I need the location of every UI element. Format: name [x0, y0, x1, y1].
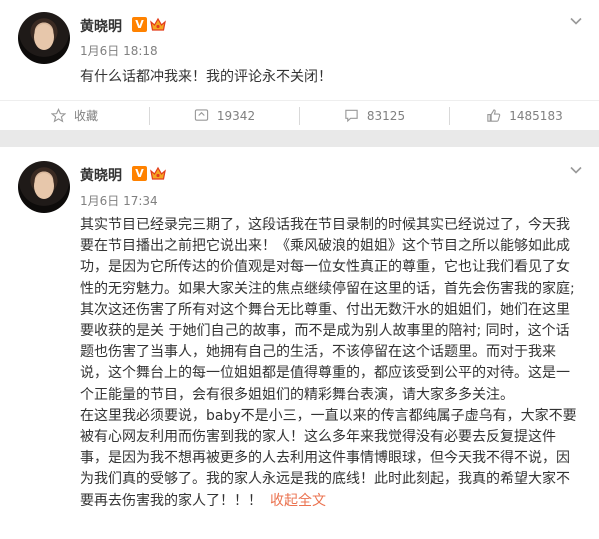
thumbs-up-icon [487, 109, 501, 122]
post-text-line: 个正能量的节目，会有很多姐姐们的精彩舞台表演，请大家多多关注。 [80, 386, 514, 403]
collapse-full-text-link[interactable]: 收起全文 [270, 493, 326, 509]
favorite-label: 收藏 [73, 109, 98, 123]
chevron-down-icon[interactable] [569, 14, 583, 28]
favorite-button[interactable]: 收藏 [0, 107, 149, 125]
chevron-down-icon[interactable] [569, 163, 583, 177]
post-text-line: 在这里我必须要说，baby不是小三，一直以来的传言都纯属子虚乌有，大家不要 [80, 407, 577, 424]
post-text-line: 说，这个舞台上的每一位姐姐都是值得尊重的，都应该受到公平的对待。这是一 [80, 365, 570, 382]
post-text-line: 要收获的是关 于她们自己的故事，而不是成为别人故事里的陪衬; 同时，这个话 [80, 323, 570, 340]
post-text-line: 其次这还伤害了所有对这个舞台无比尊重、付出无数汗水的姐姐们，她们在这里 [80, 301, 570, 318]
post-text-line: 要再去伤害我的家人了！！！ [80, 492, 262, 509]
repost-count: 19342 [216, 108, 256, 123]
repost-icon [194, 109, 209, 121]
post-text-line: 为我们真的受够了。我的家人永远是我的底线！此时此刻起，我真的希望大家不 [80, 471, 570, 488]
avatar[interactable] [18, 12, 70, 64]
post-text-line: 功，是因为它所传达的价值观是对每一位女性真正的尊重，它也让我们看见了女 [80, 259, 570, 276]
verified-v-icon: V [132, 17, 147, 32]
weibo-post-2: 黄晓明 V 1月6日 17:34 其实节目已经录完三期了，这段话我在节目录制的时… [0, 147, 599, 539]
weibo-post-1: 黄晓明 V 1月6日 18:18 有什么话都冲我来！我的评论永不关闭！ 收藏 1… [0, 0, 599, 130]
comment-count: 83125 [366, 108, 406, 123]
like-count: 1485183 [509, 108, 563, 123]
action-bar: 收藏 19342 83125 1485183 [0, 100, 599, 130]
post-time[interactable]: 1月6日 18:18 [80, 42, 158, 59]
like-button[interactable]: 1485183 [449, 106, 599, 125]
author-name[interactable]: 黄晓明 [80, 16, 122, 36]
post-text-line: 被有心网友利用而伤害到我的家人！这么多年来我觉得没有必要去反复提这件 [80, 429, 556, 446]
post-text-line: 其实节目已经录完三期了，这段话我在节目录制的时候其实已经说过了，今天我 [80, 217, 570, 233]
post-text-line: 题也伤害了当事人，她拥有自己的生活，不该停留在这个话题里。而对于我来 [80, 344, 556, 361]
post-text: 其实节目已经录完三期了，这段话我在节目录制的时候其实已经说过了，今天我 要在节目… [80, 215, 592, 512]
post-text-line: 要在节目播出之前把它说出来！《乘风破浪的姐姐》这个节目之所以能够如此成 [80, 238, 570, 255]
post-text-last-line: 要再去伤害我的家人了！！！ 收起全文 [80, 491, 592, 512]
post-text: 有什么话都冲我来！我的评论永不关闭！ [80, 69, 332, 85]
repost-button[interactable]: 19342 [149, 106, 299, 125]
post-text-line: 事，是因为我不想再被更多的人去利用这件事情博眼球，但今天我不得不说，因 [80, 450, 570, 467]
crown-icon [150, 166, 166, 180]
verified-v-icon: V [132, 166, 147, 181]
crown-icon [150, 17, 166, 31]
comment-icon [345, 109, 358, 123]
post-time[interactable]: 1月6日 17:34 [80, 192, 158, 209]
star-icon [50, 108, 66, 123]
author-name[interactable]: 黄晓明 [80, 165, 122, 185]
comment-button[interactable]: 83125 [299, 106, 449, 125]
avatar[interactable] [18, 161, 70, 213]
post-text-line: 性的无穷魅力。如果大家关注的焦点继续停留在这里的话，首先会伤害我的家庭; [80, 280, 575, 297]
